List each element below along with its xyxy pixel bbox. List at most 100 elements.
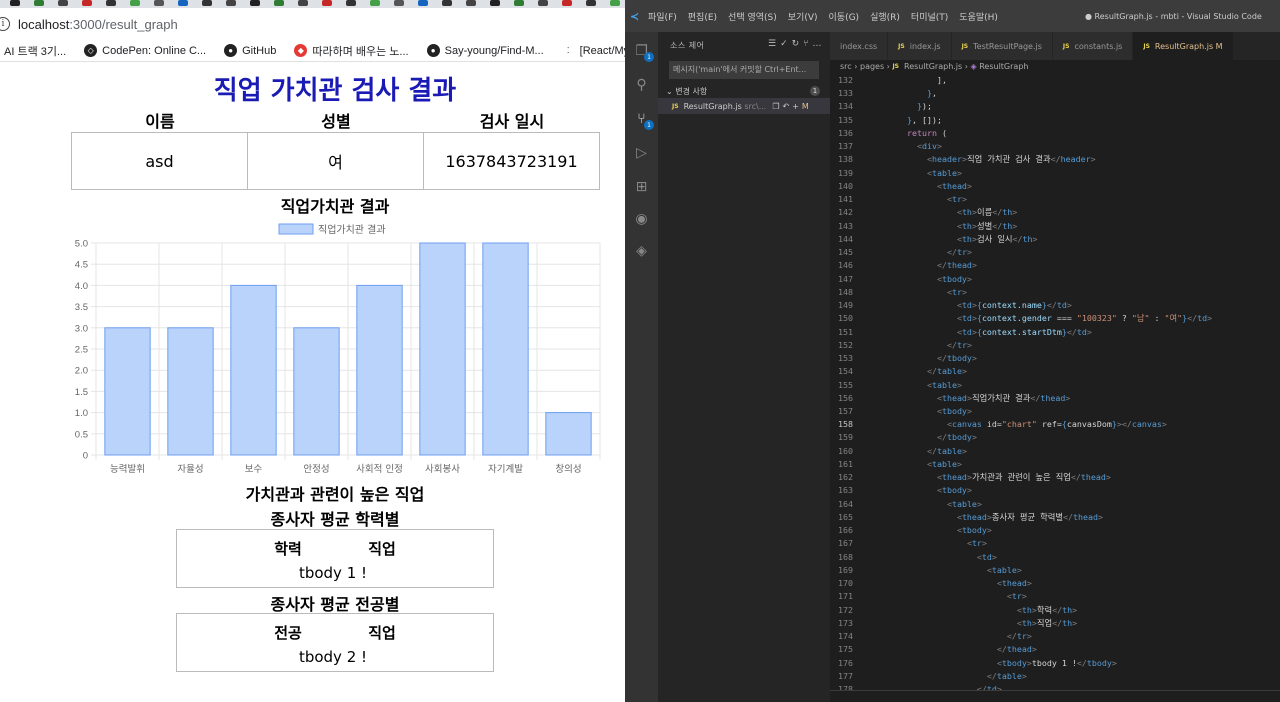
- browser-tab[interactable]: [610, 0, 620, 6]
- browser-tab[interactable]: [274, 0, 284, 6]
- site-info-icon[interactable]: i: [0, 17, 10, 31]
- tab-testresultpage-js[interactable]: JS TestResultPage.js: [951, 32, 1053, 60]
- bookmark-item[interactable]: ⁚ [React/MySQL] re: [562, 44, 625, 57]
- browser-tab[interactable]: [202, 0, 212, 6]
- code-line[interactable]: 156 <thead>직업가치관 결과</thead>: [830, 392, 1280, 405]
- breadcrumb-item[interactable]: ResultGraph: [979, 62, 1028, 71]
- code-line[interactable]: 132 ],: [830, 74, 1280, 87]
- code-line[interactable]: 149 <td>{context.name}</td>: [830, 299, 1280, 312]
- code-line[interactable]: 171 <tr>: [830, 590, 1280, 603]
- code-line[interactable]: 136 return (: [830, 127, 1280, 140]
- browser-tab[interactable]: [154, 0, 164, 6]
- browser-tab[interactable]: [562, 0, 572, 6]
- menu-item[interactable]: 도움말(H): [959, 13, 998, 23]
- browser-tab[interactable]: [466, 0, 476, 6]
- bookmark-item[interactable]: ◆ 따라하며 배우는 노...: [294, 43, 409, 59]
- browser-tab[interactable]: [178, 0, 188, 6]
- code-line[interactable]: 151 <td>{context.startDtm}</td>: [830, 326, 1280, 339]
- layers-icon[interactable]: ◈: [633, 242, 650, 259]
- code-line[interactable]: 168 <td>: [830, 551, 1280, 564]
- code-line[interactable]: 147 <tbody>: [830, 273, 1280, 286]
- code-line[interactable]: 155 <table>: [830, 379, 1280, 392]
- source-control-icon[interactable]: ⑂ 1: [633, 110, 654, 130]
- browser-tab[interactable]: [418, 0, 428, 6]
- address-bar[interactable]: i localhost:3000/result_graph: [0, 8, 625, 40]
- changed-file-item[interactable]: JS ResultGraph.js src\... ❐↶+ M: [658, 98, 830, 114]
- browser-tab[interactable]: [490, 0, 500, 6]
- browser-tab[interactable]: [10, 0, 20, 6]
- code-line[interactable]: 160 </table>: [830, 445, 1280, 458]
- commit-message-input[interactable]: 메시지('main'에서 커밋할 Ctrl+Ent...: [669, 61, 819, 79]
- browser-tab[interactable]: [106, 0, 116, 6]
- code-line[interactable]: 173 <th>직업</th>: [830, 617, 1280, 630]
- changes-group[interactable]: ⌄ 변경 사항 1: [666, 84, 822, 98]
- code-line[interactable]: 144 <th>검사 일시</th>: [830, 233, 1280, 246]
- code-line[interactable]: 166 <tbody>: [830, 524, 1280, 537]
- menu-item[interactable]: 선택 영역(S): [728, 13, 777, 23]
- menu-item[interactable]: 파일(F): [648, 13, 677, 23]
- bookmark-item[interactable]: AAI 트랙 3기...: [4, 43, 66, 59]
- browser-tab[interactable]: [322, 0, 332, 6]
- menu-item[interactable]: 실행(R): [870, 13, 900, 23]
- browser-tab[interactable]: [250, 0, 260, 6]
- tab-index-css[interactable]: index.css: [830, 32, 889, 60]
- code-line[interactable]: 141 <tr>: [830, 193, 1280, 206]
- code-line[interactable]: 143 <th>성별</th>: [830, 220, 1280, 233]
- code-line[interactable]: 159 </tbody>: [830, 431, 1280, 444]
- browser-tab[interactable]: [394, 0, 404, 6]
- code-line[interactable]: 150 <td>{context.gender === "100323" ? "…: [830, 312, 1280, 325]
- code-line[interactable]: 163 <tbody>: [830, 484, 1280, 497]
- tab-resultgraph-js[interactable]: JS ResultGraph.js M: [1133, 32, 1234, 60]
- bookmark-item[interactable]: ● Say-young/Find-M...: [426, 44, 544, 57]
- browser-tab[interactable]: [442, 0, 452, 6]
- bookmark-item[interactable]: ● GitHub: [224, 44, 276, 57]
- browser-tab[interactable]: [298, 0, 308, 6]
- explorer-icon[interactable]: ❐ 1: [633, 42, 654, 62]
- browser-tab[interactable]: [58, 0, 68, 6]
- code-line[interactable]: 158 <canvas id="chart" ref={canvasDom}><…: [830, 418, 1280, 431]
- code-line[interactable]: 175 </thead>: [830, 643, 1280, 656]
- code-line[interactable]: 169 <table>: [830, 564, 1280, 577]
- code-editor[interactable]: 132 ], 133 }, 134 }); 135 }, []); 136 return…: [830, 74, 1280, 690]
- code-line[interactable]: 170 <thead>: [830, 577, 1280, 590]
- browser-tab[interactable]: [130, 0, 140, 6]
- code-line[interactable]: 165 <thead>종사자 평균 학력별</thead>: [830, 511, 1280, 524]
- code-line[interactable]: 176 <tbody>tbody 1 !</tbody>: [830, 657, 1280, 670]
- run-debug-icon[interactable]: ▷: [633, 144, 650, 161]
- code-line[interactable]: 154 </table>: [830, 365, 1280, 378]
- menu-item[interactable]: 보기(V): [788, 13, 818, 23]
- code-line[interactable]: 135 }, []);: [830, 114, 1280, 127]
- code-line[interactable]: 138 <header>직업 가치관 검사 결과</header>: [830, 153, 1280, 166]
- menu-item[interactable]: 터미널(T): [911, 13, 948, 23]
- code-line[interactable]: 161 <table>: [830, 458, 1280, 471]
- code-line[interactable]: 174 </tr>: [830, 630, 1280, 643]
- browser-tab[interactable]: [538, 0, 548, 6]
- code-line[interactable]: 140 <thead>: [830, 180, 1280, 193]
- browser-tab[interactable]: [370, 0, 380, 6]
- search-icon[interactable]: ⚲: [633, 76, 650, 93]
- database-icon[interactable]: ◉: [633, 210, 650, 227]
- code-line[interactable]: 145 </tr>: [830, 246, 1280, 259]
- breadcrumb-item[interactable]: src: [840, 62, 852, 71]
- browser-tab-strip[interactable]: [0, 0, 625, 8]
- code-line[interactable]: 148 <tr>: [830, 286, 1280, 299]
- code-line[interactable]: 164 <table>: [830, 498, 1280, 511]
- bookmark-item[interactable]: ◇ CodePen: Online C...: [84, 44, 206, 57]
- extensions-icon[interactable]: ⊞: [633, 178, 650, 195]
- code-line[interactable]: 172 <th>학력</th>: [830, 604, 1280, 617]
- code-line[interactable]: 142 <th>이름</th>: [830, 206, 1280, 219]
- code-line[interactable]: 134 });: [830, 100, 1280, 113]
- tab-index-js[interactable]: JS index.js: [888, 32, 952, 60]
- code-line[interactable]: 152 </tr>: [830, 339, 1280, 352]
- browser-tab[interactable]: [346, 0, 356, 6]
- code-line[interactable]: 139 <table>: [830, 167, 1280, 180]
- url-text[interactable]: localhost:3000/result_graph: [18, 17, 178, 32]
- code-line[interactable]: 177 </table>: [830, 670, 1280, 683]
- browser-tab[interactable]: [34, 0, 44, 6]
- code-line[interactable]: 162 <thead>가치관과 관련이 높은 직업</thead>: [830, 471, 1280, 484]
- code-line[interactable]: 133 },: [830, 87, 1280, 100]
- code-line[interactable]: 157 <tbody>: [830, 405, 1280, 418]
- breadcrumb-item[interactable]: pages: [860, 62, 884, 71]
- browser-tab[interactable]: [82, 0, 92, 6]
- sidebar-actions[interactable]: ☰✓↻⑂…: [768, 39, 826, 49]
